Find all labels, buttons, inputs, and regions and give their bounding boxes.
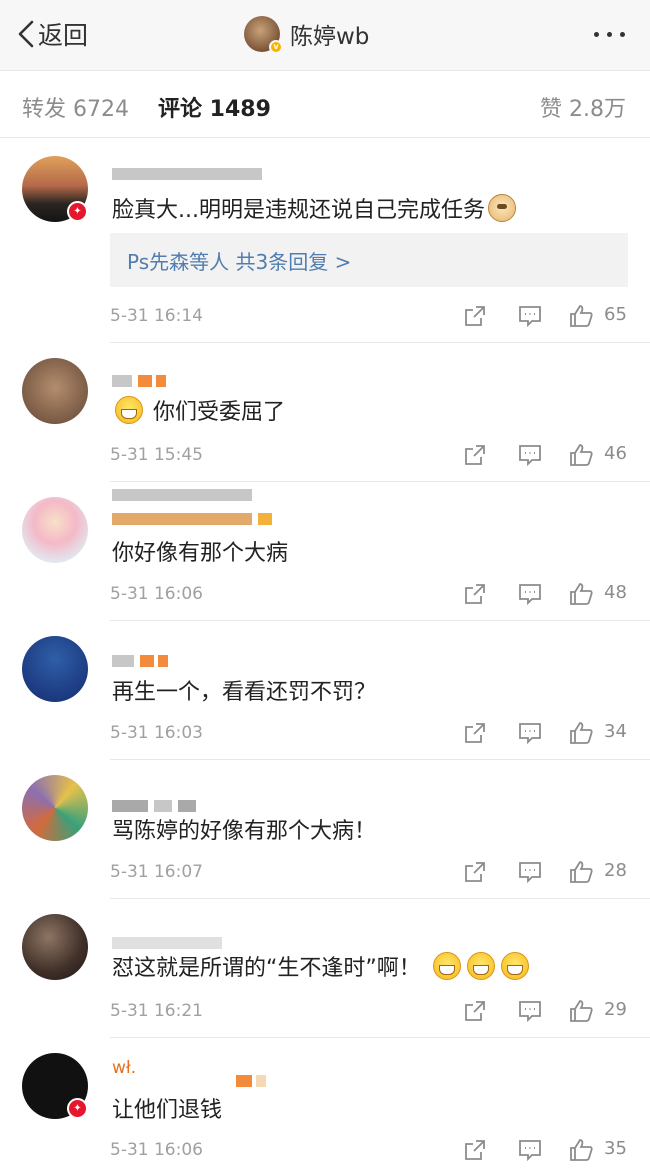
like-icon[interactable] — [568, 720, 594, 746]
divider — [110, 898, 650, 899]
comment-content: 再生一个，看看还罚不罚？ — [112, 680, 377, 705]
divider — [110, 481, 650, 482]
comment-time: 5-31 16:06 — [110, 1140, 203, 1160]
divider — [110, 759, 650, 760]
more-button[interactable] — [590, 24, 630, 44]
tab-repost[interactable]: 转发 6724 — [22, 91, 129, 123]
divider — [110, 342, 650, 343]
comment-time: 5-31 16:03 — [110, 723, 203, 743]
comment-time: 5-31 15:45 — [110, 445, 203, 465]
comment-icon[interactable] — [517, 998, 543, 1024]
title-area[interactable]: v 陈婷wb — [244, 16, 370, 54]
comment-icon[interactable] — [517, 720, 543, 746]
grin-emoji-icon — [432, 952, 461, 980]
comment-icon[interactable] — [517, 1137, 543, 1163]
share-icon[interactable] — [462, 303, 488, 329]
comment-content: 你好像有那个大病 — [112, 541, 289, 566]
comment-content: 脸真大...明明是违规还说自己完成任务 — [112, 192, 519, 224]
comment-icon[interactable] — [517, 859, 543, 885]
username-redacted — [236, 1070, 272, 1087]
comment-actions: 34 — [462, 719, 632, 747]
share-icon[interactable] — [462, 859, 488, 885]
share-icon[interactable] — [462, 442, 488, 468]
username-redacted — [112, 484, 258, 501]
avatar[interactable] — [22, 358, 88, 424]
divider — [110, 1037, 650, 1038]
author-avatar: v — [244, 16, 283, 54]
like-icon[interactable] — [568, 442, 594, 468]
like-count: 35 — [604, 1138, 627, 1159]
share-icon[interactable] — [462, 581, 488, 607]
like-count: 28 — [604, 860, 627, 881]
back-button[interactable]: 返回 — [16, 16, 88, 52]
like-count: 29 — [604, 999, 627, 1020]
grin-emoji-icon — [466, 952, 495, 980]
chevron-left-icon — [18, 20, 34, 48]
verified-badge-icon: v — [269, 40, 283, 54]
comment-content: 你们受委屈了 — [112, 394, 285, 426]
page-title: 陈婷wb — [290, 24, 370, 50]
comment-actions: 46 — [462, 441, 632, 469]
like-icon[interactable] — [568, 1137, 594, 1163]
reply-summary[interactable]: Ps先森等人 共3条回复 > — [110, 233, 628, 287]
username-redacted — [112, 650, 172, 667]
back-label: 返回 — [38, 21, 89, 50]
username-redacted — [112, 932, 228, 949]
comment-actions: 48 — [462, 580, 632, 608]
like-count: 34 — [604, 721, 627, 742]
username[interactable]: wł. — [112, 1058, 136, 1078]
like-icon[interactable] — [568, 303, 594, 329]
tab-comment[interactable]: 评论 1489 — [158, 91, 271, 123]
more-icon — [594, 32, 599, 37]
comment-icon[interactable] — [517, 442, 543, 468]
top-nav-bar: 返回 v 陈婷wb — [0, 0, 650, 70]
username-redacted — [112, 370, 170, 387]
like-icon[interactable] — [568, 581, 594, 607]
verified-badge-icon: ✦ — [67, 1098, 88, 1119]
comment-content: 让他们退钱 — [112, 1098, 223, 1123]
comment-actions: 65 — [462, 302, 632, 330]
avatar[interactable] — [22, 914, 88, 980]
like-icon[interactable] — [568, 859, 594, 885]
comment-actions: 29 — [462, 997, 632, 1025]
comment-actions: 35 — [462, 1136, 632, 1164]
username-redacted — [112, 508, 276, 525]
tab-bar: 转发 6724 评论 1489 赞 2.8万 — [0, 70, 650, 138]
comment-time: 5-31 16:14 — [110, 306, 203, 326]
username-redacted — [112, 795, 202, 812]
grin-emoji-icon — [115, 396, 143, 424]
verified-badge-icon: ✦ — [67, 201, 88, 222]
comment-time: 5-31 16:21 — [110, 1001, 203, 1021]
doge-emoji-icon — [487, 194, 516, 222]
comment-actions: 28 — [462, 858, 632, 886]
like-count: 48 — [604, 582, 627, 603]
avatar[interactable] — [22, 775, 88, 841]
like-icon[interactable] — [568, 998, 594, 1024]
comment-icon[interactable] — [517, 303, 543, 329]
share-icon[interactable] — [462, 720, 488, 746]
comment-content: 骂陈婷的好像有那个大病！ — [112, 819, 377, 844]
like-count: 46 — [604, 443, 627, 464]
tab-like[interactable]: 赞 2.8万 — [540, 91, 626, 123]
share-icon[interactable] — [462, 998, 488, 1024]
comment-content: 怼这就是所谓的“生不逢时”啊！ — [112, 950, 532, 982]
divider — [110, 620, 650, 621]
avatar[interactable] — [22, 636, 88, 702]
username-redacted — [112, 163, 268, 180]
like-count: 65 — [604, 304, 627, 325]
share-icon[interactable] — [462, 1137, 488, 1163]
grin-emoji-icon — [500, 952, 529, 980]
avatar[interactable] — [22, 497, 88, 563]
comment-time: 5-31 16:07 — [110, 862, 203, 882]
comment-time: 5-31 16:06 — [110, 584, 203, 604]
comment-icon[interactable] — [517, 581, 543, 607]
